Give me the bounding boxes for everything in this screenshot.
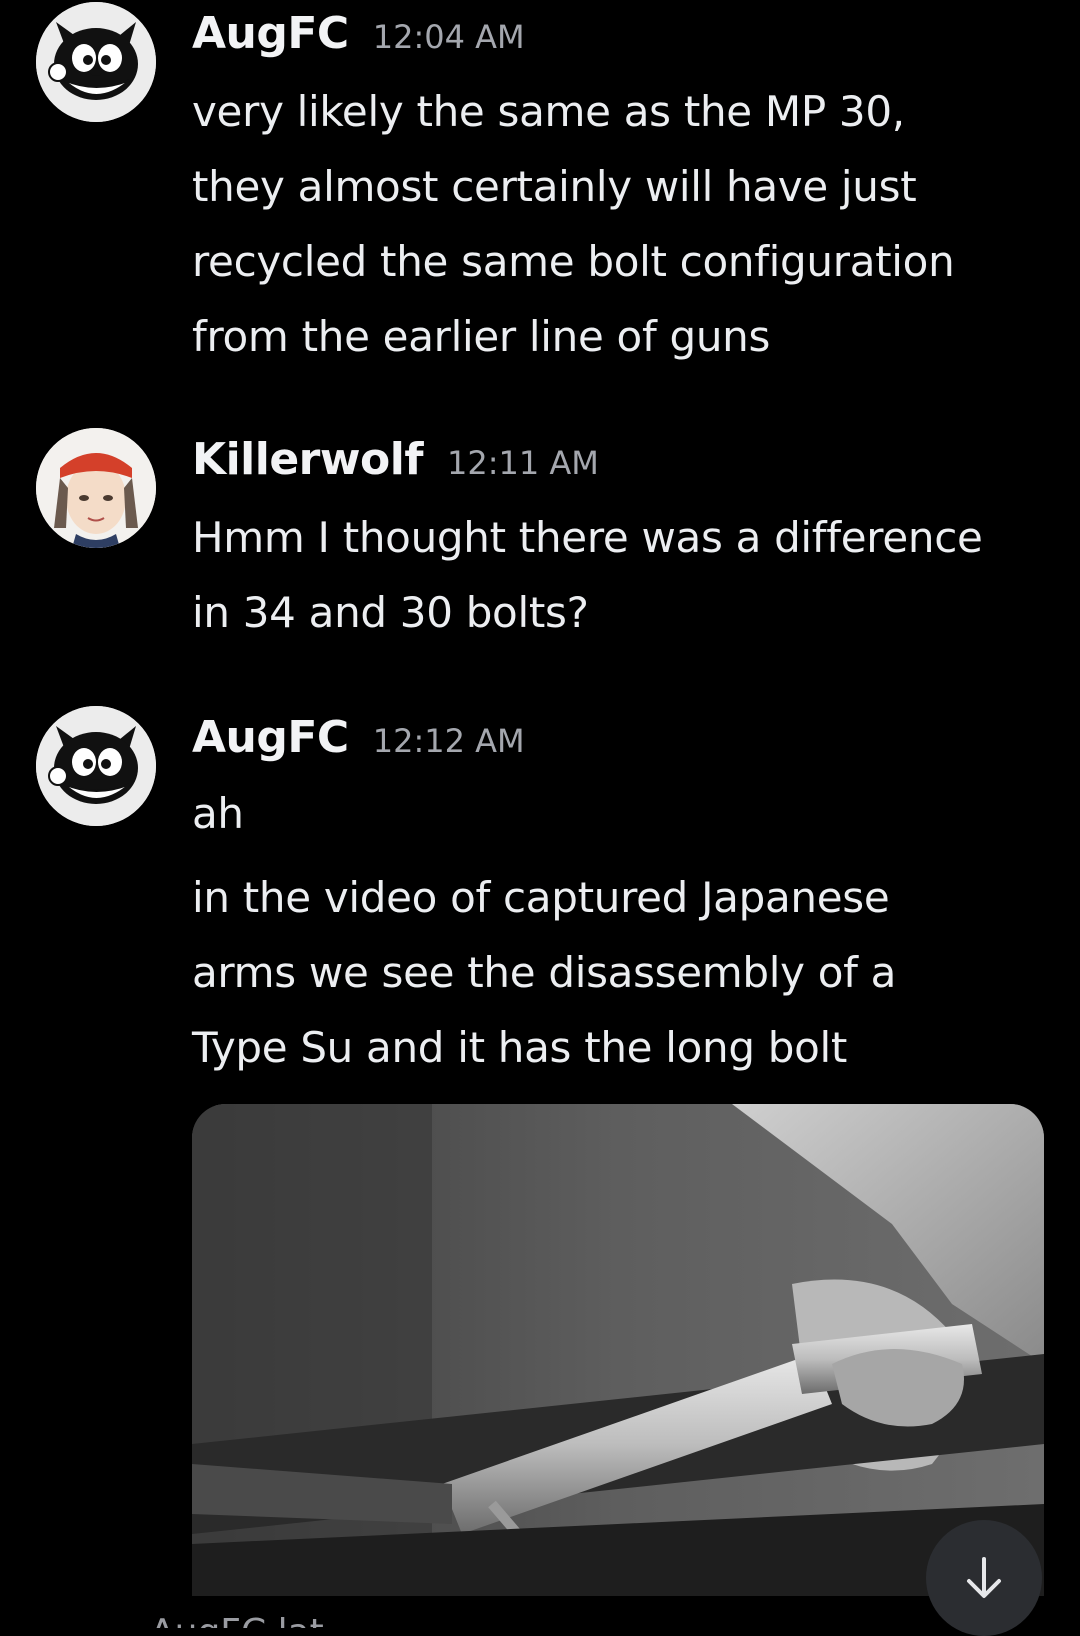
message-text: ah [192, 776, 1052, 851]
message-paragraph: very likely the same as the MP 30, they … [192, 87, 955, 361]
message-paragraph: ah [192, 789, 244, 838]
cartoon-cat-icon[interactable] [36, 706, 156, 826]
message-header: Killerwolf 12:11 AM [192, 434, 599, 485]
message-text: very likely the same as the MP 30, they … [192, 74, 1052, 374]
timestamp: 12:11 AM [446, 444, 599, 482]
message-paragraph: in the video of captured Japanese arms w… [192, 873, 897, 1072]
username[interactable]: Killerwolf [192, 434, 423, 485]
anime-girl-icon[interactable] [36, 428, 156, 548]
message-header: AugFC 12:04 AM [192, 8, 525, 59]
chat-message-list[interactable]: AugFC 12:04 AM very likely the same as t… [0, 0, 1080, 1636]
message-header: AugFC 12:12 AM [192, 712, 525, 763]
username[interactable]: AugFC [192, 712, 349, 763]
jump-to-bottom-button[interactable] [926, 1520, 1042, 1636]
timestamp: 12:12 AM [372, 722, 525, 760]
cartoon-cat-icon[interactable] [36, 2, 156, 122]
arrow-down-icon [967, 1557, 1001, 1598]
message-paragraph: Hmm I thought there was a difference in … [192, 513, 983, 637]
video-still-image[interactable] [192, 1104, 1044, 1596]
timestamp: 12:04 AM [372, 18, 525, 56]
next-message-preview: AugFC lat... [150, 1612, 358, 1628]
message-text: Hmm I thought there was a difference in … [192, 500, 1052, 650]
message-text: in the video of captured Japanese arms w… [192, 860, 1052, 1085]
username[interactable]: AugFC [192, 8, 349, 59]
